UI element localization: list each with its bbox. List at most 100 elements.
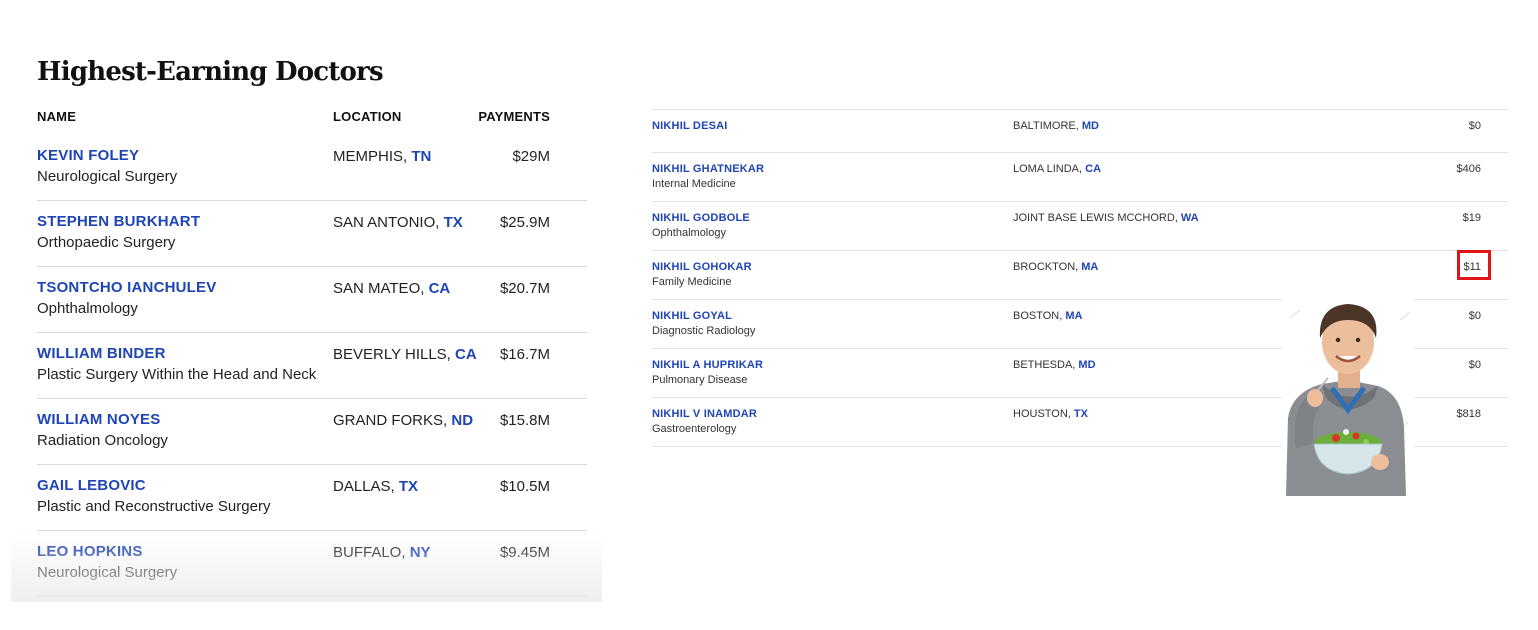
city: SAN ANTONIO,: [333, 214, 444, 231]
state-link[interactable]: MD: [1082, 120, 1099, 132]
man-eating-salad-illustration: [1286, 304, 1411, 496]
table-row: WILLIAM NOYES Radiation Oncology GRAND F…: [37, 399, 587, 465]
doctor-specialty: Orthopaedic Surgery: [37, 234, 176, 251]
payment-amount: $9.45M: [499, 544, 550, 561]
doctor-location: BEVERLY HILLS, CA: [333, 346, 477, 363]
doctor-location: BROCKTON, MA: [1013, 261, 1098, 273]
payment-amount: $25.9M: [499, 214, 550, 231]
state-link[interactable]: WA: [1181, 212, 1199, 224]
city: BETHESDA,: [1013, 359, 1079, 371]
doctor-location: MEMPHIS, TN: [333, 148, 431, 165]
city: GRAND FORKS,: [333, 412, 452, 429]
table-row: WILLIAM BINDER Plastic Surgery Within th…: [37, 333, 587, 399]
column-header-payments: PAYMENTS: [478, 109, 550, 124]
state-link[interactable]: TX: [1074, 408, 1088, 420]
doctor-location: SAN MATEO, CA: [333, 280, 450, 297]
doctor-specialty: Diagnostic Radiology: [652, 325, 756, 337]
doctor-name-link[interactable]: LEO HOPKINS: [37, 543, 143, 560]
table-row: NIKHIL GHATNEKAR Internal Medicine LOMA …: [652, 153, 1508, 202]
state-link[interactable]: TN: [411, 148, 431, 165]
doctor-name-link[interactable]: NIKHIL DESAI: [652, 120, 728, 132]
column-header-name: NAME: [37, 109, 77, 124]
doctor-location: BALTIMORE, MD: [1013, 120, 1099, 132]
doctor-location: HOUSTON, TX: [1013, 408, 1088, 420]
doctor-name-link[interactable]: NIKHIL GODBOLE: [652, 212, 750, 224]
state-link[interactable]: MA: [1081, 261, 1098, 273]
payment-amount: $0: [1468, 310, 1481, 322]
state-link[interactable]: CA: [1085, 163, 1101, 175]
table-row-highlighted: NIKHIL GOHOKAR Family Medicine BROCKTON,…: [652, 251, 1508, 300]
highest-earning-doctors-panel: Highest-Earning Doctors NAME LOCATION PA…: [11, 0, 602, 602]
state-link[interactable]: NY: [410, 544, 431, 561]
doctor-location: BUFFALO, NY: [333, 544, 431, 561]
doctor-specialty: Neurological Surgery: [37, 564, 178, 581]
doctor-location: LOMA LINDA, CA: [1013, 163, 1101, 175]
state-link[interactable]: ND: [451, 412, 473, 429]
payment-amount: $15.8M: [499, 412, 550, 429]
city: BUFFALO,: [333, 544, 410, 561]
payment-amount: $406: [1456, 163, 1481, 175]
doctor-location: GRAND FORKS, ND: [333, 412, 473, 429]
city: BEVERLY HILLS,: [333, 346, 456, 363]
doctor-name-link[interactable]: WILLIAM NOYES: [37, 411, 160, 428]
payment-amount: $20.7M: [499, 280, 550, 297]
doctor-specialty: Plastic and Reconstructive Surgery: [37, 498, 271, 515]
state-link[interactable]: CA: [455, 346, 477, 363]
doctor-specialty: Internal Medicine: [652, 178, 736, 190]
payment-amount: $818: [1456, 408, 1481, 420]
payment-amount: $29M: [512, 148, 550, 165]
table-row: NIKHIL GODBOLE Ophthalmology JOINT BASE …: [652, 202, 1508, 251]
city: HOUSTON,: [1013, 408, 1074, 420]
doctor-name-link[interactable]: NIKHIL A HUPRIKAR: [652, 359, 763, 371]
city: BOSTON,: [1013, 310, 1066, 322]
state-link[interactable]: MD: [1078, 359, 1095, 371]
city: BALTIMORE,: [1013, 120, 1082, 132]
doctor-name-link[interactable]: NIKHIL GOYAL: [652, 310, 732, 322]
doctor-location: BETHESDA, MD: [1013, 359, 1096, 371]
doctor-specialty: Ophthalmology: [652, 227, 726, 239]
doctor-specialty: Radiation Oncology: [37, 432, 168, 449]
city: BROCKTON,: [1013, 261, 1082, 273]
doctor-location: BOSTON, MA: [1013, 310, 1082, 322]
payment-amount: $0: [1468, 359, 1481, 371]
table-row: NIKHIL DESAI BALTIMORE, MD $0: [652, 110, 1508, 153]
doctor-name-link[interactable]: GAIL LEBOVIC: [37, 477, 146, 494]
page-title: Highest-Earning Doctors: [37, 57, 384, 87]
column-header-location: LOCATION: [333, 109, 402, 124]
doctor-name-link[interactable]: KEVIN FOLEY: [37, 147, 139, 164]
doctor-specialty: Ophthalmology: [37, 300, 138, 317]
payment-amount: $10.5M: [499, 478, 550, 495]
doctor-specialty: Pulmonary Disease: [652, 374, 748, 386]
city: LOMA LINDA,: [1013, 163, 1086, 175]
table-row: STEPHEN BURKHART Orthopaedic Surgery SAN…: [37, 201, 587, 267]
state-link[interactable]: TX: [399, 478, 418, 495]
highlight-box: [1457, 250, 1491, 280]
doctor-name-link[interactable]: NIKHIL GHATNEKAR: [652, 163, 764, 175]
table-row: KEVIN FOLEY Neurological Surgery MEMPHIS…: [37, 135, 587, 201]
table-row: LEO HOPKINS Neurological Surgery BUFFALO…: [37, 531, 587, 597]
city: DALLAS,: [333, 478, 399, 495]
doctor-specialty: Plastic Surgery Within the Head and Neck: [37, 366, 317, 383]
doctor-location: JOINT BASE LEWIS MCCHORD, WA: [1013, 212, 1199, 224]
state-link[interactable]: CA: [429, 280, 451, 297]
city: JOINT BASE LEWIS MCCHORD,: [1013, 212, 1181, 224]
city: SAN MATEO,: [333, 280, 429, 297]
table-row: TSONTCHO IANCHULEV Ophthalmology SAN MAT…: [37, 267, 587, 333]
doctor-location: DALLAS, TX: [333, 478, 418, 495]
payment-amount: $16.7M: [499, 346, 550, 363]
doctor-name-link[interactable]: NIKHIL V INAMDAR: [652, 408, 757, 420]
doctor-name-link[interactable]: NIKHIL GOHOKAR: [652, 261, 752, 273]
table-row: GAIL LEBOVIC Plastic and Reconstructive …: [37, 465, 587, 531]
city: MEMPHIS,: [333, 148, 412, 165]
doctor-specialty: Gastroenterology: [652, 423, 737, 435]
payment-amount: $0: [1468, 120, 1481, 132]
doctor-specialty: Neurological Surgery: [37, 168, 178, 185]
state-link[interactable]: TX: [444, 214, 463, 231]
doctor-name-link[interactable]: TSONTCHO IANCHULEV: [37, 279, 216, 296]
doctor-name-link[interactable]: WILLIAM BINDER: [37, 345, 166, 362]
doctor-location: SAN ANTONIO, TX: [333, 214, 463, 231]
doctor-specialty: Family Medicine: [652, 276, 732, 288]
payment-amount: $19: [1462, 212, 1481, 224]
doctor-name-link[interactable]: STEPHEN BURKHART: [37, 213, 200, 230]
state-link[interactable]: MA: [1065, 310, 1082, 322]
